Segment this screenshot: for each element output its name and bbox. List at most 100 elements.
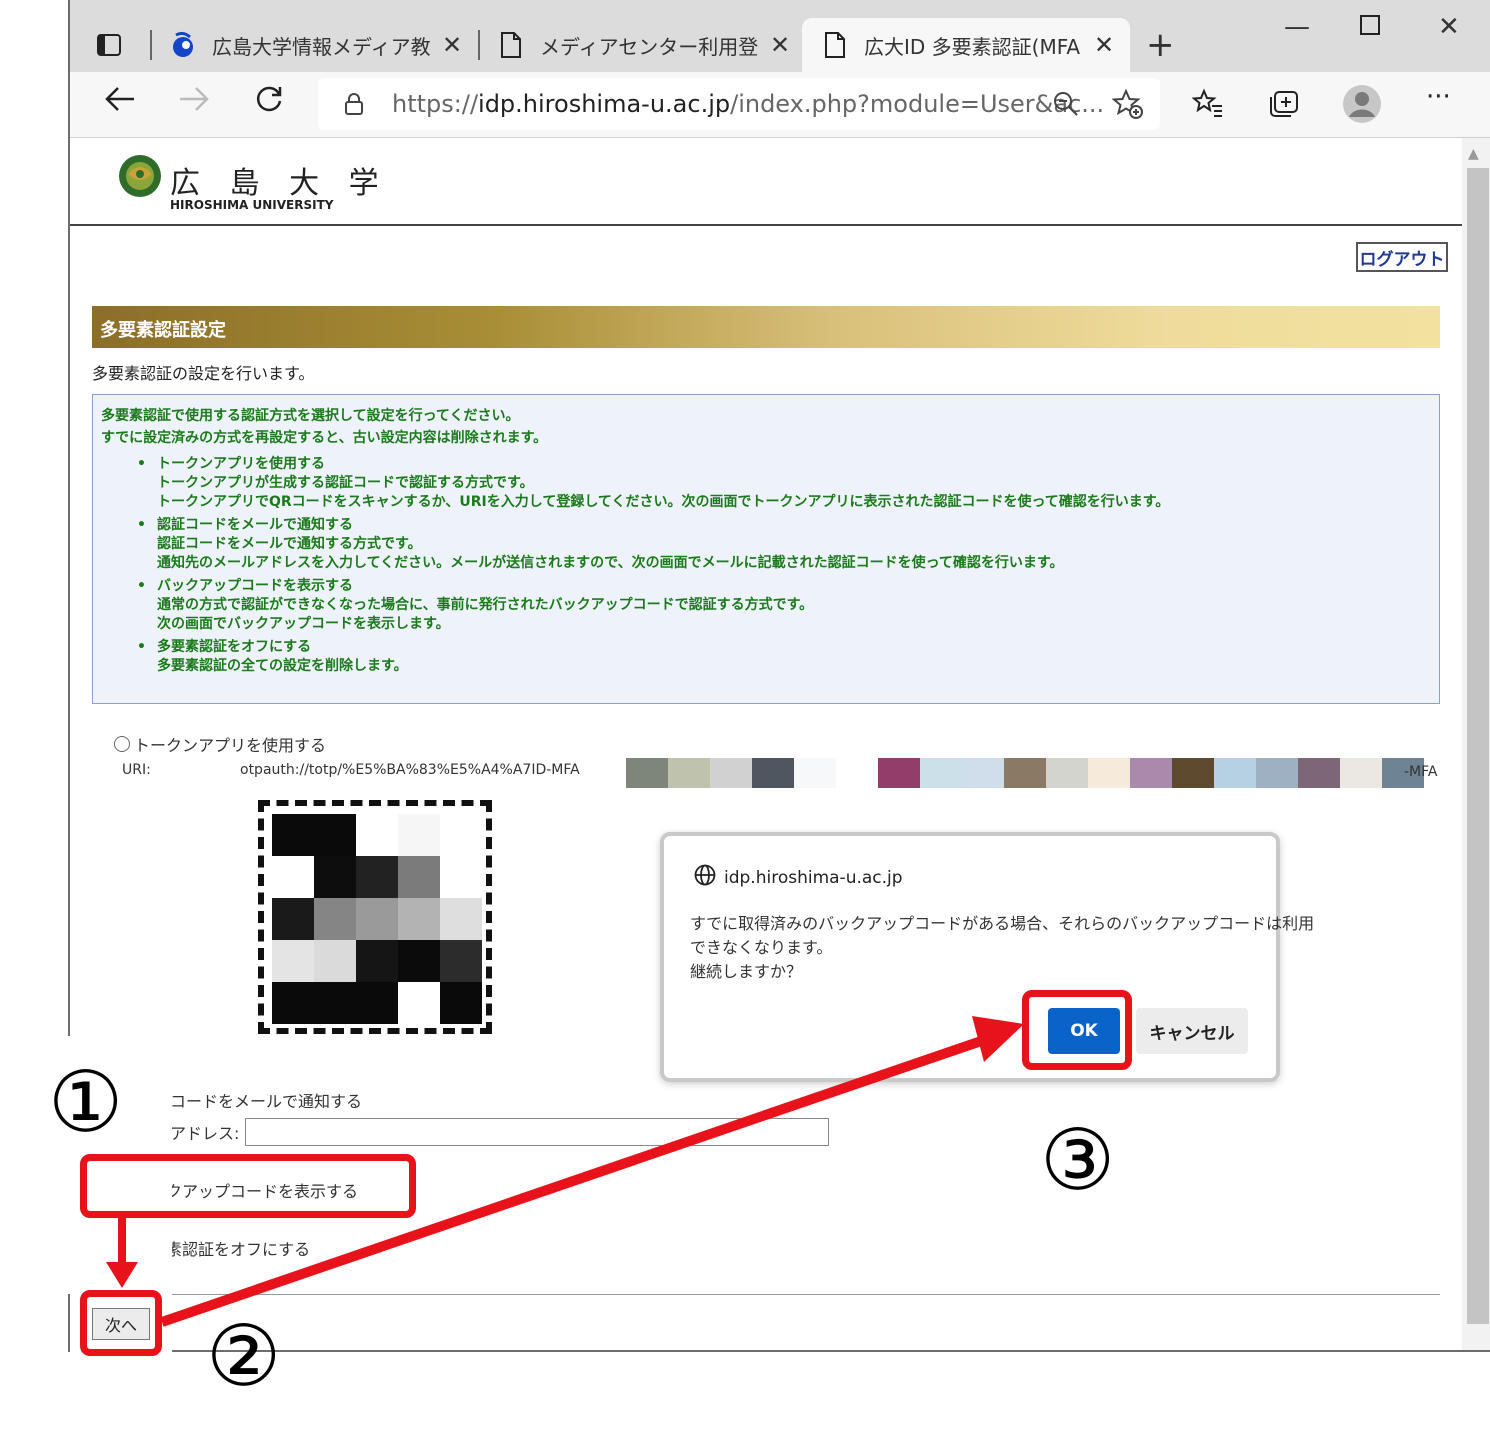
url-field[interactable]: https://idp.hiroshima-u.ac.jp/index.php?… xyxy=(318,78,1160,130)
forward-arrow-icon[interactable] xyxy=(178,84,210,122)
tab-title: 広大ID 多要素認証(MFA xyxy=(864,34,1081,59)
method-item: 認証コードをメールで通知する 認証コードをメールで通知する方式です。 通知先のメ… xyxy=(101,516,1431,573)
refresh-icon[interactable] xyxy=(254,84,284,122)
logo-japanese: 広 島 大 学 xyxy=(170,166,389,201)
confirm-dialog: idp.hiroshima-u.ac.jp すでに取得済みのバックアップコードが… xyxy=(660,832,1314,1082)
method-item: 多要素認証をオフにする 多要素認証の全ての設定を削除します。 xyxy=(101,638,1431,676)
hiroshima-u-favicon-icon xyxy=(170,30,196,60)
favorites-icon[interactable] xyxy=(1191,88,1224,126)
qr-redacted-grid xyxy=(272,814,482,1024)
method-desc: 通常の方式で認証ができなくなった場合に、事前に発行されたバックアップコードで認証… xyxy=(157,597,814,613)
uri-row: URI: otpauth://totp/%E5%BA%83%E5%A4%A7ID… xyxy=(122,762,580,778)
mail-option-label[interactable]: コードをメールで通知する xyxy=(170,1088,362,1112)
tab-hiroshima-media[interactable]: 広島大学情報メディア教育 ✕ xyxy=(170,18,462,72)
qr-cell xyxy=(272,856,314,898)
method-item: トークンアプリを使用する トークンアプリが生成する認証コードで認証する方式です。… xyxy=(101,455,1431,512)
collections-icon[interactable] xyxy=(1268,88,1300,126)
back-arrow-icon[interactable] xyxy=(104,84,136,122)
highlight-backup-option xyxy=(80,1154,416,1218)
qr-cell xyxy=(314,940,356,982)
tab-separator xyxy=(478,30,480,60)
form-divider xyxy=(170,1294,1440,1295)
qr-cell xyxy=(440,814,482,856)
window-close-icon[interactable]: ✕ xyxy=(1438,12,1460,42)
qr-cell xyxy=(398,814,440,856)
minimize-icon[interactable]: — xyxy=(1284,12,1310,42)
highlight-next-button xyxy=(80,1290,162,1356)
plus-icon: + xyxy=(1146,25,1175,65)
qr-cell xyxy=(440,856,482,898)
tab-bar: 広島大学情報メディア教育 ✕ メディアセンター利用登録シ ✕ 広大ID 多要素認… xyxy=(70,0,1490,72)
uri-label: URI: xyxy=(122,762,151,778)
cancel-button[interactable]: キャンセル xyxy=(1136,1008,1248,1054)
tab-media-center[interactable]: メディアセンター利用登録シ ✕ xyxy=(498,18,790,72)
close-icon[interactable]: ✕ xyxy=(770,31,790,59)
zoom-icon[interactable] xyxy=(1052,90,1080,122)
section-header: 多要素認証設定 xyxy=(92,306,1440,348)
scroll-up-icon[interactable]: ▲ xyxy=(1468,146,1479,162)
tab-title: 広島大学情報メディア教育 xyxy=(212,34,430,59)
uri-redacted xyxy=(626,758,1424,788)
method-item: バックアップコードを表示する 通常の方式で認証ができなくなった場合に、事前に発行… xyxy=(101,577,1431,634)
browser-window: 広島大学情報メディア教育 ✕ メディアセンター利用登録シ ✕ 広大ID 多要素認… xyxy=(68,0,1490,1352)
qr-cell xyxy=(314,982,356,1024)
qr-code-image xyxy=(258,800,492,1034)
document-icon xyxy=(822,30,848,60)
qr-cell xyxy=(272,940,314,982)
method-title: 多要素認証をオフにする xyxy=(157,639,312,655)
close-icon[interactable]: ✕ xyxy=(1094,31,1114,59)
redacted-block xyxy=(752,758,794,788)
address-input[interactable] xyxy=(245,1118,830,1146)
qr-cell xyxy=(314,814,356,856)
qr-cell xyxy=(356,856,398,898)
address-bar: https://idp.hiroshima-u.ac.jp/index.php?… xyxy=(70,72,1490,138)
qr-cell xyxy=(272,814,314,856)
tab-mfa-active[interactable]: 広大ID 多要素認証(MFA ✕ xyxy=(802,18,1130,72)
vertical-scrollbar[interactable]: ▲ xyxy=(1462,138,1490,1350)
tab-separator xyxy=(150,30,152,60)
step-1-marker: ① xyxy=(48,1053,124,1151)
more-icon[interactable]: ··· xyxy=(1426,82,1451,112)
qr-cell xyxy=(440,940,482,982)
address-label: アドレス: xyxy=(170,1124,240,1143)
logout-button[interactable]: ログアウト xyxy=(1356,242,1448,272)
redacted-block xyxy=(1256,758,1298,788)
qr-cell xyxy=(314,856,356,898)
qr-cell xyxy=(356,940,398,982)
qr-cell xyxy=(272,898,314,940)
dialog-host: idp.hiroshima-u.ac.jp xyxy=(694,864,903,891)
info-line: 多要素認証で使用する認証方式を選択して設定を行ってください。 xyxy=(101,408,520,424)
qr-cell xyxy=(356,982,398,1024)
globe-icon xyxy=(694,864,716,891)
redacted-block xyxy=(1340,758,1382,788)
redacted-block xyxy=(1088,758,1130,788)
header-divider xyxy=(70,224,1462,226)
redacted-block xyxy=(1214,758,1256,788)
lock-icon[interactable] xyxy=(344,92,364,120)
close-icon[interactable]: ✕ xyxy=(442,31,462,59)
add-favorite-icon[interactable] xyxy=(1111,88,1144,124)
radio-token-app[interactable]: トークンアプリを使用する xyxy=(114,732,326,756)
logo-english: HIROSHIMA UNIVERSITY xyxy=(170,198,334,212)
university-emblem-icon xyxy=(119,155,161,197)
tab-title: メディアセンター利用登録シ xyxy=(540,34,758,59)
redacted-block xyxy=(920,758,962,788)
method-list: トークンアプリを使用する トークンアプリが生成する認証コードで認証する方式です。… xyxy=(101,455,1431,676)
hiroshima-university-logo[interactable]: 広 島 大 学 HIROSHIMA UNIVERSITY xyxy=(118,154,379,212)
redacted-block xyxy=(794,758,836,788)
profile-avatar-icon[interactable] xyxy=(1342,84,1382,132)
qr-cell xyxy=(398,940,440,982)
tab-actions-button[interactable] xyxy=(96,18,138,72)
url-text: https://idp.hiroshima-u.ac.jp/index.php?… xyxy=(392,90,1105,118)
step-2-marker: ② xyxy=(206,1307,282,1405)
maximize-icon[interactable] xyxy=(1360,12,1380,42)
scrollbar-thumb[interactable] xyxy=(1467,168,1489,1324)
radio-button[interactable] xyxy=(114,736,130,752)
dialog-message: すでに取得済みのバックアップコードがある場合、それらのバックアップコードは利用 … xyxy=(690,912,1314,984)
radio-label: トークンアプリを使用する xyxy=(134,736,327,755)
qr-cell xyxy=(356,898,398,940)
method-desc: トークンアプリでQRコードをスキャンするか、URIを入力して登録してください。次… xyxy=(157,494,1170,510)
new-tab-button[interactable]: + xyxy=(1146,18,1175,72)
method-title: バックアップコードを表示する xyxy=(157,578,353,594)
redacted-block xyxy=(878,758,920,788)
